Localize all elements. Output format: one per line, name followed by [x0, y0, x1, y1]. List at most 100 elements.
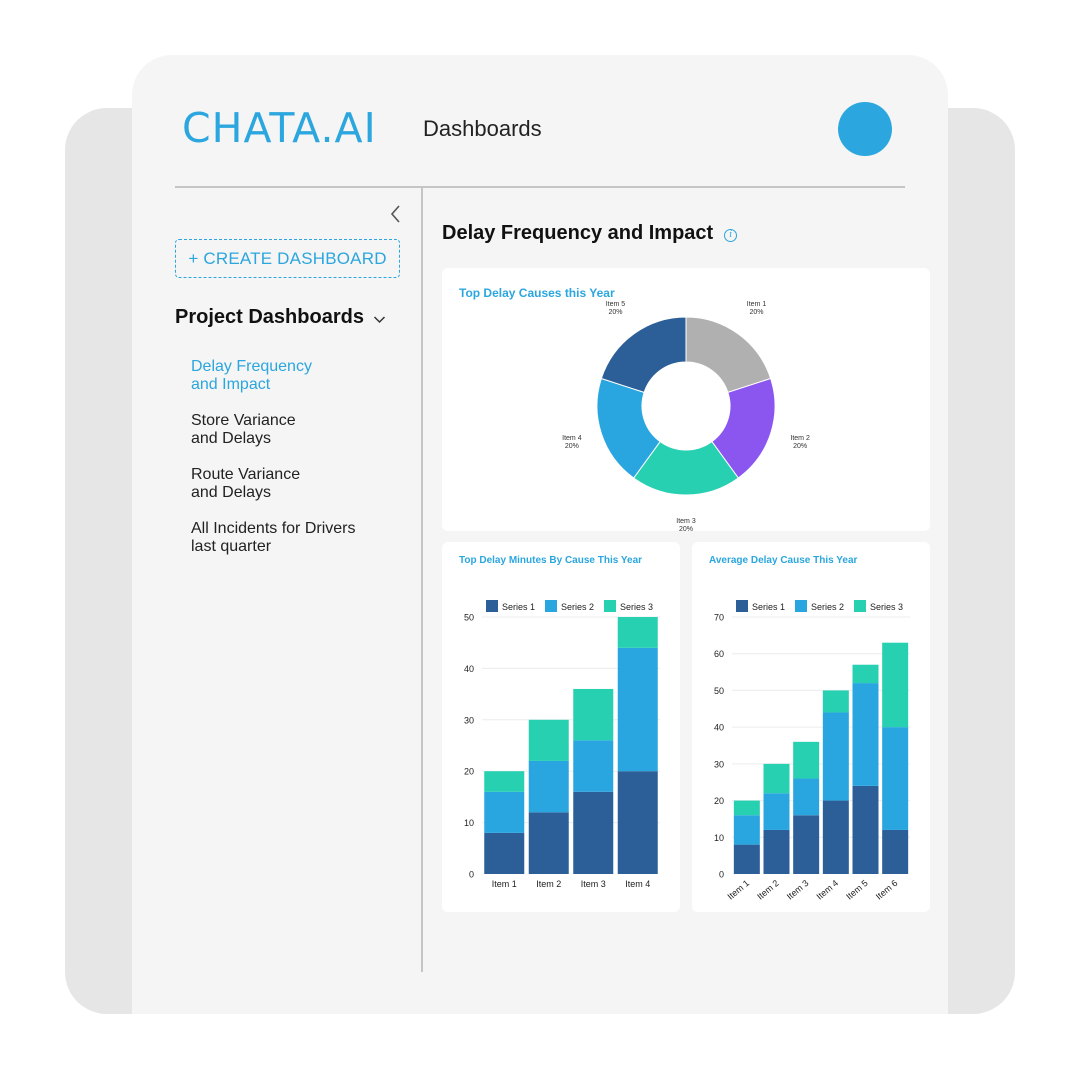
- sidebar-item-all-incidents[interactable]: All Incidents for Drivers last quarter: [191, 520, 381, 556]
- y-tick-label: 50: [714, 686, 724, 696]
- legend-label: Series 1: [502, 602, 535, 612]
- bar-segment-series-3[interactable]: [617, 617, 658, 648]
- bar-segment-series-2[interactable]: [733, 815, 760, 845]
- nav-item-line: and Delays: [191, 430, 272, 447]
- stacked-bar-chart: 010203040506070Item 1 Item 2 Item 3 Item 4I…: [714, 600, 910, 902]
- bar-segment-series-1[interactable]: [852, 785, 879, 874]
- x-tick-label: Item 1: [726, 878, 752, 902]
- x-tick-label: Item 1: [492, 879, 517, 889]
- x-tick-label: Item 2: [536, 879, 561, 889]
- create-dashboard-button[interactable]: + CREATE DASHBOARD: [175, 239, 400, 278]
- legend-swatch: [854, 600, 866, 612]
- bar-segment-series-3[interactable]: [484, 771, 525, 792]
- y-tick-label: 10: [464, 818, 474, 828]
- legend-swatch: [736, 600, 748, 612]
- donut-slice-5[interactable]: [600, 316, 687, 394]
- bar-segment-series-3[interactable]: [733, 800, 760, 816]
- x-tick-label: Item 4: [815, 878, 841, 902]
- section-heading-label: Project Dashboards: [175, 306, 364, 328]
- bar-chart-card-1: Top Delay Minutes By Cause This Year 0 10…: [442, 542, 680, 912]
- chevron-left-icon[interactable]: [388, 203, 404, 225]
- slice-label: Item 3: [676, 518, 696, 525]
- bar-segment-series-2[interactable]: [573, 740, 614, 792]
- y-tick-label: 70: [714, 613, 724, 623]
- slice-percent-label: 20%: [608, 309, 622, 316]
- project-dashboards-heading[interactable]: Project Dashboards: [175, 306, 386, 329]
- bar-segment-series-1[interactable]: [882, 829, 909, 874]
- slice-label: Item 1: [747, 301, 767, 308]
- nav-item-line: Route Variance: [191, 466, 301, 483]
- info-icon[interactable]: i: [724, 229, 738, 242]
- y-tick-label: 10: [714, 833, 724, 843]
- user-avatar[interactable]: [838, 102, 892, 156]
- slice-label: Item 2: [790, 435, 810, 442]
- bar-segment-series-1[interactable]: [793, 815, 820, 874]
- bar-segment-series-2[interactable]: [852, 683, 879, 786]
- bar-segment-series-2[interactable]: [617, 647, 658, 772]
- donut-chart-card: Top Delay Causes this Year Item 1 20% Item…: [442, 268, 930, 531]
- bar-segment-series-1[interactable]: [528, 812, 569, 874]
- nav-item-line: and Delays: [191, 484, 272, 501]
- sidebar-item-route-variance[interactable]: Route Variance and Delays: [191, 466, 381, 502]
- dashboard-title: Delay Frequency and Impact i: [442, 222, 738, 245]
- nav-item-line: All Incidents for Drivers: [191, 520, 356, 537]
- y-tick-label: 30: [714, 759, 724, 769]
- slice-label: Item 4: [562, 435, 582, 442]
- bar-segment-series-1[interactable]: [573, 791, 614, 874]
- page-title: Dashboards: [423, 116, 542, 141]
- bar-segment-series-3[interactable]: [793, 741, 820, 779]
- legend-swatch: [795, 600, 807, 612]
- legend-label: Series 3: [870, 602, 903, 612]
- bar-chart-card-2: Average Delay Cause This Year 0 10 20 30 40 5…: [692, 542, 930, 912]
- bar-segment-series-3[interactable]: [852, 664, 879, 684]
- bar-segment-series-3[interactable]: [763, 763, 790, 794]
- bar-segment-series-1[interactable]: [822, 800, 849, 874]
- dashboard-title-text: Delay Frequency and Impact: [442, 222, 714, 244]
- legend-swatch: [545, 600, 557, 612]
- bar-segment-series-2[interactable]: [882, 727, 909, 830]
- legend-swatch: [486, 600, 498, 612]
- chata-logo: CHATA.AI: [182, 104, 377, 152]
- bar-segment-series-3[interactable]: [573, 688, 614, 741]
- slice-percent-label: 20%: [793, 443, 807, 450]
- donut-chart: Item 120%Item 220%Item 320%Item 420%Item…: [562, 301, 810, 531]
- nav-item-line: and Impact: [191, 376, 271, 393]
- bar-segment-series-3[interactable]: [882, 642, 909, 728]
- bar-segment-series-1[interactable]: [763, 829, 790, 874]
- bar-segment-series-2[interactable]: [822, 712, 849, 801]
- nav-item-line: last quarter: [191, 538, 272, 555]
- y-tick-label: 60: [714, 649, 724, 659]
- nav-item-line: Store Variance: [191, 412, 296, 429]
- bar-segment-series-3[interactable]: [822, 690, 849, 713]
- stacked-bar-chart: 0 10 20 30 40 50 Item 1 Item 2 Item 3 Item 4 Serie…: [464, 600, 660, 889]
- slice-percent-label: 20%: [565, 443, 579, 450]
- header-divider: [175, 186, 905, 188]
- nav-item-line: Delay Frequency: [191, 358, 312, 375]
- sidebar-item-delay-frequency[interactable]: Delay Frequency and Impact: [191, 358, 381, 394]
- legend-swatch: [604, 600, 616, 612]
- legend-label: Series 3: [620, 602, 653, 612]
- y-tick-label: 20: [714, 796, 724, 806]
- bar-segment-series-3[interactable]: [528, 719, 569, 761]
- slice-percent-label: 20%: [679, 526, 693, 531]
- y-tick-label: 40: [464, 664, 474, 674]
- sidebar-item-store-variance[interactable]: Store Variance and Delays: [191, 412, 381, 448]
- y-tick-label: 0: [719, 870, 724, 880]
- y-tick-label: 50: [464, 613, 474, 623]
- bar-segment-series-2[interactable]: [763, 793, 790, 830]
- y-tick-label: 40: [714, 723, 724, 733]
- legend-label: Series 2: [561, 602, 594, 612]
- bar-segment-series-2[interactable]: [793, 778, 820, 816]
- legend-label: Series 1: [752, 602, 785, 612]
- x-tick-label: Item 2: [755, 878, 781, 902]
- y-tick-label: 0: [469, 870, 474, 880]
- bar-segment-series-2[interactable]: [484, 791, 525, 833]
- bar-segment-series-1[interactable]: [617, 771, 658, 874]
- bar-segment-series-2[interactable]: [528, 760, 569, 813]
- x-tick-label: Item 4: [625, 879, 650, 889]
- bar-segment-series-1[interactable]: [733, 844, 760, 874]
- slice-label: Item 5: [606, 301, 626, 308]
- donut-slice-1[interactable]: [685, 316, 772, 394]
- bar-segment-series-1[interactable]: [484, 832, 525, 874]
- legend-label: Series 2: [811, 602, 844, 612]
